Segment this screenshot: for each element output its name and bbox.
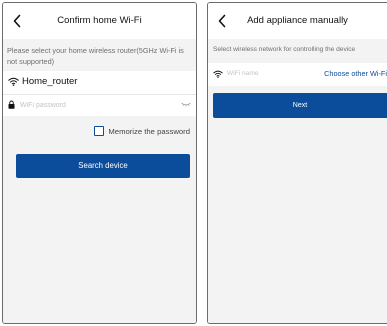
password-row bbox=[3, 95, 196, 116]
add-appliance-screen: Add appliance manually Select wireless n… bbox=[207, 2, 387, 324]
confirm-wifi-screen: Confirm home Wi-Fi Please select your ho… bbox=[2, 2, 197, 324]
wifi-name-placeholder: WiFi name bbox=[227, 70, 259, 77]
network-row[interactable]: Home_router bbox=[3, 71, 196, 95]
memorize-password-toggle[interactable]: Memorize the password bbox=[94, 125, 190, 137]
header: Confirm home Wi-Fi bbox=[3, 3, 196, 39]
wifi-icon bbox=[213, 70, 223, 78]
choose-other-wifi-link[interactable]: Choose other Wi-Fi bbox=[324, 69, 387, 78]
instruction-text: Select wireless network for controlling … bbox=[213, 46, 356, 53]
search-device-button[interactable]: Search device bbox=[16, 154, 190, 178]
memorize-label: Memorize the password bbox=[108, 126, 190, 136]
wifi-icon bbox=[8, 77, 19, 86]
lock-icon bbox=[8, 100, 15, 109]
page-title: Add appliance manually bbox=[247, 15, 348, 26]
wifi-name-row[interactable]: WiFi name Choose other Wi-Fi bbox=[208, 63, 387, 86]
password-input[interactable] bbox=[20, 98, 170, 112]
page-title: Confirm home Wi-Fi bbox=[57, 15, 142, 26]
next-button[interactable]: Next bbox=[213, 93, 387, 118]
header: Add appliance manually bbox=[208, 3, 387, 39]
memorize-checkbox[interactable] bbox=[94, 126, 105, 136]
network-name: Home_router bbox=[22, 76, 78, 87]
instruction-text: Please select your home wireless router(… bbox=[7, 46, 184, 66]
eye-closed-icon[interactable] bbox=[181, 102, 191, 107]
